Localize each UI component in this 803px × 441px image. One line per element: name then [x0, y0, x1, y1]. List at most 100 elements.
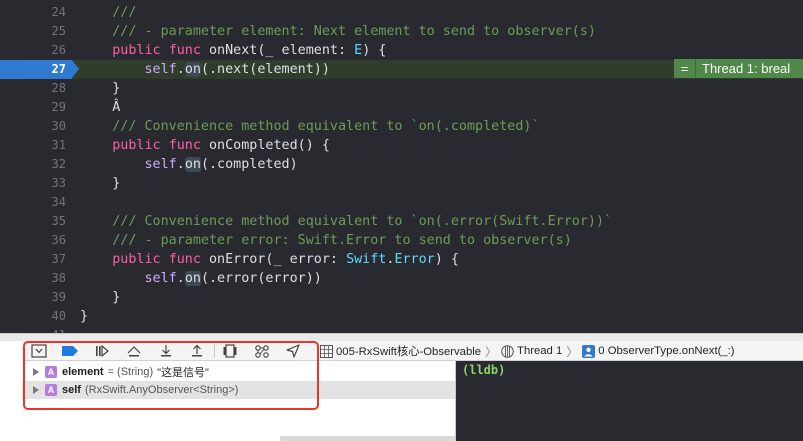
code-token: } — [80, 309, 89, 324]
code-line[interactable]: 24 /// — [0, 3, 803, 22]
disclosure-triangle-icon[interactable] — [33, 368, 39, 376]
variable-name: self — [62, 384, 81, 396]
code-text: self.on(.next(element)) — [80, 60, 330, 79]
code-text: public func onCompleted() { — [80, 136, 330, 155]
debug-breadcrumb: 005-RxSwift核心-Observable 〉 Thread 1 〉 0 … — [320, 341, 735, 361]
code-text: /// — [80, 3, 136, 22]
code-line[interactable]: 28 } — [0, 79, 803, 98]
code-line[interactable]: 39 } — [0, 288, 803, 307]
code-text: /// - parameter error: Swift.Error to se… — [80, 231, 572, 250]
location-arrow-icon — [286, 344, 300, 358]
line-number: 39 — [51, 290, 66, 304]
code-text: public func onError(_ error: Swift.Error… — [80, 250, 459, 269]
code-token: self — [144, 62, 177, 77]
step-over-button[interactable] — [124, 342, 144, 360]
continue-icon — [96, 344, 109, 358]
continue-button[interactable] — [92, 342, 112, 360]
step-out-icon — [192, 344, 202, 357]
variable-row-element[interactable]: A element = (String) "这是信号" — [22, 363, 455, 381]
simulate-location-button[interactable] — [283, 342, 303, 360]
debug-area-divider[interactable] — [0, 333, 803, 341]
variable-type-badge-icon: A — [45, 366, 57, 378]
variable-name: element — [62, 366, 104, 378]
code-line[interactable]: 37 public func onError(_ error: Swift.Er… — [0, 250, 803, 269]
code-text: } — [80, 288, 120, 307]
code-text: self.on(.error(error)) — [80, 269, 322, 288]
code-token: ) { — [434, 252, 459, 267]
user-frame-icon — [582, 344, 596, 358]
disclosure-triangle-icon[interactable] — [33, 386, 39, 394]
code-line[interactable]: 36 /// - parameter error: Swift.Error to… — [0, 231, 803, 250]
code-text: } — [80, 174, 120, 193]
code-line[interactable]: 29 Â — [0, 98, 803, 117]
code-token: self — [144, 157, 177, 172]
code-line[interactable]: 35 /// Convenience method equivalent to … — [0, 212, 803, 231]
line-number: 27 — [51, 62, 66, 76]
variables-view[interactable]: A element = (String) "这是信号" A self (RxSw… — [22, 361, 455, 441]
thread-breakpoint-badge[interactable]: = Thread 1: breal — [674, 59, 803, 78]
breadcrumb-thread[interactable]: Thread 1 — [501, 344, 563, 358]
source-editor[interactable]: 24 ///25 /// - parameter element: Next e… — [0, 0, 803, 333]
code-line[interactable]: 32 self.on(.completed) — [0, 155, 803, 174]
line-number: 25 — [51, 24, 66, 38]
code-line[interactable]: 34 — [0, 193, 803, 212]
lldb-console[interactable]: (lldb) — [455, 361, 803, 441]
code-token: on — [184, 62, 201, 77]
code-line[interactable]: 33 } — [0, 174, 803, 193]
breadcrumb-target[interactable]: 005-RxSwift核心-Observable — [320, 343, 481, 359]
code-token: on — [184, 271, 201, 286]
code-line[interactable]: 30 /// Convenience method equivalent to … — [0, 117, 803, 136]
line-number: 33 — [51, 176, 66, 190]
variable-row-self[interactable]: A self (RxSwift.AnyObserver<String>) — [22, 381, 455, 399]
line-number: 38 — [51, 271, 66, 285]
variable-type: (RxSwift.AnyObserver<String>) — [84, 384, 239, 396]
code-text: } — [80, 307, 88, 326]
line-number: 34 — [51, 195, 66, 209]
code-token: func — [168, 138, 201, 153]
code-token: Â — [80, 100, 121, 115]
code-line[interactable]: 40} — [0, 307, 803, 326]
code-token: (.completed) — [200, 157, 298, 172]
code-text: /// Convenience method equivalent to `on… — [80, 212, 612, 231]
line-number: 30 — [51, 119, 66, 133]
line-number: 26 — [51, 43, 66, 57]
view-debugger-button[interactable] — [220, 342, 240, 360]
code-line[interactable]: 25 /// - parameter element: Next element… — [0, 22, 803, 41]
code-line[interactable]: 41 — [0, 326, 803, 333]
breadcrumb-target-label: 005-RxSwift核心-Observable — [336, 346, 482, 358]
code-line[interactable]: 38 self.on(.error(error)) — [0, 269, 803, 288]
code-text: /// Convenience method equivalent to `on… — [80, 117, 539, 136]
code-token: public — [112, 43, 161, 58]
code-token: on — [184, 157, 201, 172]
line-number: 28 — [51, 81, 66, 95]
line-number: 37 — [51, 252, 66, 266]
breakpoint-icon — [62, 346, 78, 356]
breakpoints-toggle-button[interactable] — [60, 342, 80, 360]
code-text: self.on(.completed) — [80, 155, 298, 174]
code-token: . — [176, 271, 185, 286]
code-text: Â — [80, 98, 120, 117]
hide-debug-area-button[interactable] — [29, 342, 49, 360]
step-into-button[interactable] — [156, 342, 176, 360]
code-token: } — [80, 81, 121, 96]
line-number: 31 — [51, 138, 66, 152]
step-out-button[interactable] — [187, 342, 207, 360]
code-text: public func onNext(_ element: E) { — [80, 41, 386, 60]
panel-hide-icon — [31, 344, 47, 358]
code-line[interactable]: 26 public func onNext(_ element: E) { — [0, 41, 803, 60]
breadcrumb-thread-label: Thread 1 — [517, 345, 563, 357]
variables-scrollbar[interactable] — [280, 436, 455, 441]
code-text: } — [80, 79, 120, 98]
variable-type: = (String) — [107, 366, 154, 378]
breadcrumb-frame[interactable]: 0 ObserverType.onNext(_:) — [582, 344, 735, 358]
code-line[interactable]: 31 public func onCompleted() { — [0, 136, 803, 155]
code-token: func — [168, 252, 201, 267]
memory-graph-button[interactable] — [252, 342, 272, 360]
